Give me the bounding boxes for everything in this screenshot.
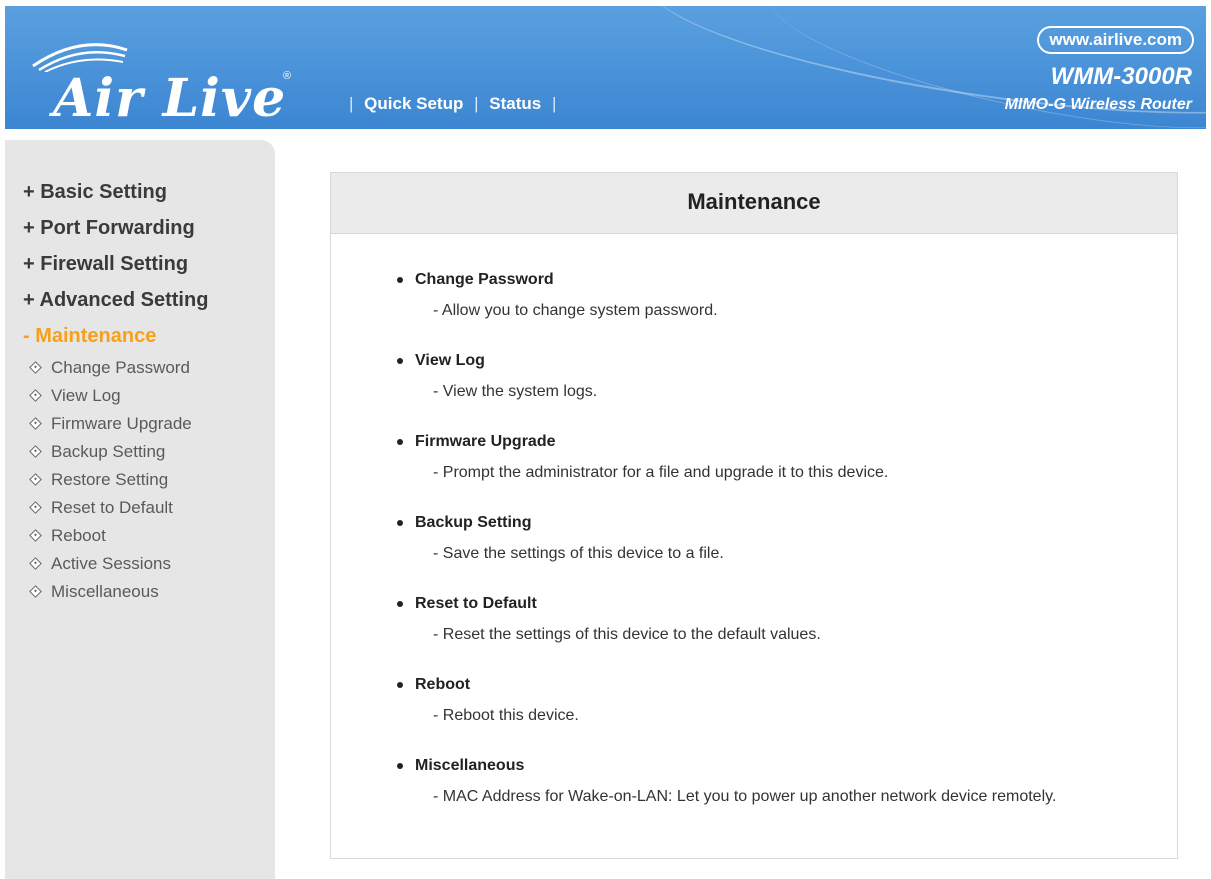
maintenance-panel: Maintenance Change Password - Allow you … [330, 172, 1178, 859]
item-title: Firmware Upgrade [415, 433, 556, 450]
diamond-bullet-icon [29, 445, 42, 458]
submenu-backup-setting[interactable]: Backup Setting [23, 438, 208, 466]
diamond-bullet-icon [29, 473, 42, 486]
maintenance-item-list: Change Password - Allow you to change sy… [393, 271, 1133, 838]
list-item: Change Password - Allow you to change sy… [393, 271, 1133, 321]
website-url[interactable]: www.airlive.com [1037, 26, 1194, 54]
submenu-label: Reboot [51, 526, 106, 545]
submenu-view-log[interactable]: View Log [23, 382, 208, 410]
item-description: - Save the settings of this device to a … [433, 545, 724, 562]
diamond-bullet-icon [29, 585, 42, 598]
diamond-bullet-icon [29, 501, 42, 514]
diamond-bullet-icon [29, 389, 42, 402]
diamond-bullet-icon [29, 529, 42, 542]
submenu-label: Reset to Default [51, 498, 173, 517]
item-description: - Reset the settings of this device to t… [433, 626, 821, 643]
list-item: Backup Setting - Save the settings of th… [393, 514, 1133, 564]
diamond-bullet-icon [29, 361, 42, 374]
product-name: MIMO-G Wireless Router [1004, 96, 1192, 113]
submenu-label: View Log [51, 386, 121, 405]
menu-advanced-setting[interactable]: + Advanced Setting [23, 282, 208, 318]
item-description: - MAC Address for Wake-on-LAN: Let you t… [433, 788, 1057, 805]
submenu-reset-to-default[interactable]: Reset to Default [23, 494, 208, 522]
bullet-icon [397, 682, 403, 688]
submenu-label: Active Sessions [51, 554, 171, 573]
submenu-change-password[interactable]: Change Password [23, 354, 208, 382]
list-item: View Log - View the system logs. [393, 352, 1133, 402]
item-description: - Reboot this device. [433, 707, 579, 724]
bullet-icon [397, 601, 403, 607]
bullet-icon [397, 277, 403, 283]
model-name: WMM-3000R [1050, 63, 1192, 90]
menu-basic-setting[interactable]: + Basic Setting [23, 174, 208, 210]
item-description: - Prompt the administrator for a file an… [433, 464, 889, 481]
list-item: Firmware Upgrade - Prompt the administra… [393, 433, 1133, 483]
item-title: Reboot [415, 676, 471, 693]
wireless-arcs-icon [32, 43, 128, 72]
item-title: Backup Setting [415, 514, 532, 531]
panel-header: Maintenance [331, 173, 1177, 234]
submenu-miscellaneous[interactable]: Miscellaneous [23, 578, 208, 606]
item-title: Change Password [415, 271, 554, 288]
airlive-logo[interactable]: Air Live ® [25, 32, 315, 129]
diamond-bullet-icon [29, 557, 42, 570]
submenu-reboot[interactable]: Reboot [23, 522, 208, 550]
top-navigation: | Quick Setup | Status | [349, 94, 557, 113]
header-banner: Air Live ® | Quick Setup | Status | www.… [5, 6, 1206, 129]
bullet-icon [397, 358, 403, 364]
registered-mark: ® [283, 70, 292, 82]
page-title: Maintenance [687, 189, 821, 214]
item-title: Reset to Default [415, 595, 537, 612]
submenu-label: Restore Setting [51, 470, 169, 489]
menu-port-forwarding[interactable]: + Port Forwarding [23, 210, 208, 246]
submenu-label: Change Password [51, 358, 190, 377]
submenu-label: Firmware Upgrade [51, 414, 192, 433]
item-description: - View the system logs. [433, 383, 598, 400]
list-item: Reboot - Reboot this device. [393, 676, 1133, 726]
bullet-icon [397, 439, 403, 445]
item-title: Miscellaneous [415, 757, 525, 774]
nav-quick-setup-link[interactable]: Quick Setup [364, 94, 463, 113]
submenu-restore-setting[interactable]: Restore Setting [23, 466, 208, 494]
submenu-label: Miscellaneous [51, 582, 159, 601]
submenu-active-sessions[interactable]: Active Sessions [23, 550, 208, 578]
list-item: Miscellaneous - MAC Address for Wake-on-… [393, 757, 1133, 807]
bullet-icon [397, 520, 403, 526]
menu-firewall-setting[interactable]: + Firewall Setting [23, 246, 208, 282]
list-item: Reset to Default - Reset the settings of… [393, 595, 1133, 645]
item-description: - Allow you to change system password. [433, 302, 718, 319]
menu-maintenance[interactable]: - Maintenance [23, 318, 208, 354]
submenu-firmware-upgrade[interactable]: Firmware Upgrade [23, 410, 208, 438]
item-title: View Log [415, 352, 485, 369]
submenu-label: Backup Setting [51, 442, 166, 461]
nav-status-link[interactable]: Status [489, 94, 541, 113]
logo-text: Air Live [53, 68, 287, 129]
sidebar-menu: + Basic Setting + Port Forwarding + Fire… [23, 174, 208, 606]
bullet-icon [397, 763, 403, 769]
diamond-bullet-icon [29, 417, 42, 430]
